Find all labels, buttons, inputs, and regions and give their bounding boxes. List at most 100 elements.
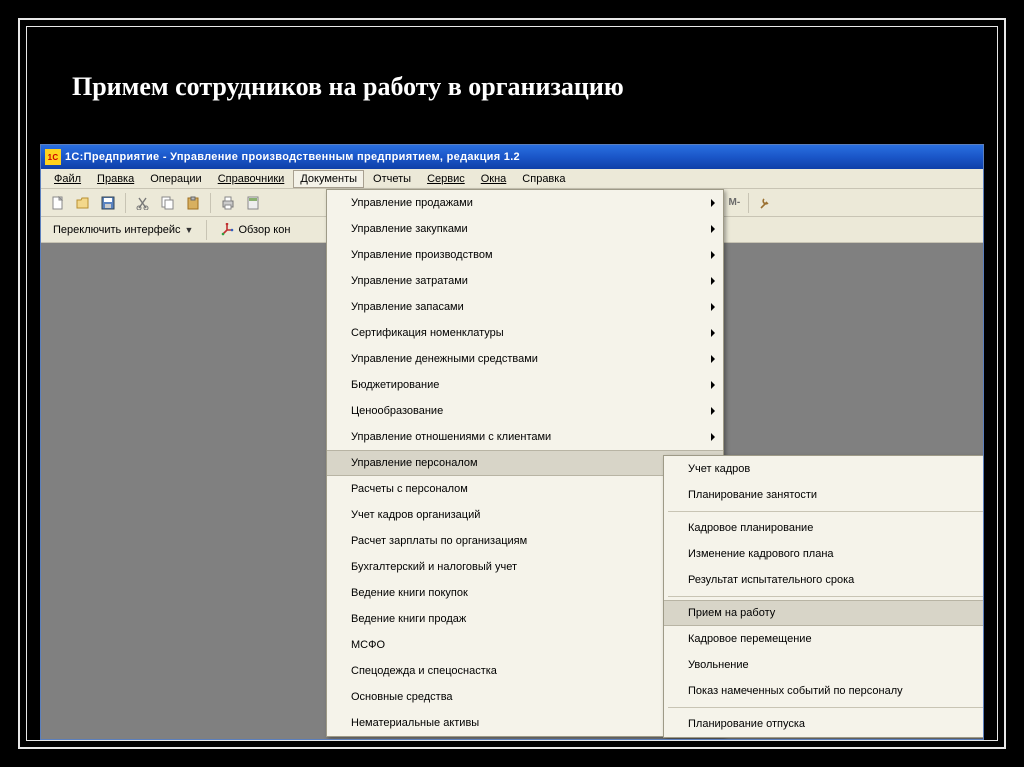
- menu-item-label: Управление запасами: [351, 301, 464, 313]
- app-window: 1C 1С:Предприятие - Управление производс…: [40, 144, 984, 740]
- personnel-submenu-item[interactable]: Кадровое планирование: [664, 515, 984, 541]
- documents-menu-item[interactable]: Управление отношениями с клиентами: [327, 424, 723, 450]
- toolbar-separator: [210, 193, 211, 213]
- documents-menu-item[interactable]: Сертификация номенклатуры: [327, 320, 723, 346]
- open-file-icon[interactable]: [72, 192, 94, 214]
- menu-item-label: Основные средства: [351, 691, 453, 703]
- documents-menu-item[interactable]: Управление запасами: [327, 294, 723, 320]
- personnel-submenu-item[interactable]: Показ намеченных событий по персоналу: [664, 678, 984, 704]
- menu-item-label: Расчеты с персоналом: [351, 483, 468, 495]
- app-icon: 1C: [45, 149, 61, 165]
- menu-edit[interactable]: Правка: [90, 170, 141, 188]
- submenu-arrow-icon: [711, 303, 715, 311]
- submenu-arrow-icon: [711, 433, 715, 441]
- documents-menu-item[interactable]: Ценообразование: [327, 398, 723, 424]
- menu-item-label: Учет кадров: [688, 463, 750, 475]
- menu-item-label: Прием на работу: [688, 607, 775, 619]
- menu-item-label: Показ намеченных событий по персоналу: [688, 685, 903, 697]
- menu-item-label: Ведение книги продаж: [351, 613, 466, 625]
- documents-menu-item[interactable]: Управление закупками: [327, 216, 723, 242]
- documents-menu-item[interactable]: Управление продажами: [327, 190, 723, 216]
- submenu-arrow-icon: [711, 199, 715, 207]
- menu-item-label: Ценообразование: [351, 405, 443, 417]
- menu-separator: [668, 707, 984, 708]
- copy-icon[interactable]: [157, 192, 179, 214]
- menu-item-label: Планирование занятости: [688, 489, 817, 501]
- menu-item-label: Управление персоналом: [351, 457, 478, 469]
- documents-menu-item[interactable]: Управление затратами: [327, 268, 723, 294]
- personnel-submenu: Учет кадров Планирование занятости Кадрово…: [663, 455, 984, 738]
- menu-service[interactable]: Сервис: [420, 170, 472, 188]
- menu-item-label: Управление затратами: [351, 275, 468, 287]
- submenu-arrow-icon: [711, 251, 715, 259]
- submenu-arrow-icon: [711, 355, 715, 363]
- paste-icon[interactable]: [182, 192, 204, 214]
- personnel-submenu-item[interactable]: Прием на работу: [664, 600, 984, 626]
- personnel-submenu-item[interactable]: Планирование отпуска: [664, 711, 984, 737]
- menu-item-label: МСФО: [351, 639, 385, 651]
- window-title: 1С:Предприятие - Управление производстве…: [65, 151, 520, 163]
- menu-item-label: Управление продажами: [351, 197, 473, 209]
- print-icon[interactable]: [217, 192, 239, 214]
- menu-item-label: Управление денежными средствами: [351, 353, 538, 365]
- documents-menu-item[interactable]: Управление денежными средствами: [327, 346, 723, 372]
- personnel-submenu-item[interactable]: Результат испытательного срока: [664, 567, 984, 593]
- titlebar: 1C 1С:Предприятие - Управление производс…: [41, 145, 983, 169]
- chevron-down-icon: ▼: [185, 225, 194, 235]
- new-file-icon[interactable]: [47, 192, 69, 214]
- documents-menu-item[interactable]: Управление производством: [327, 242, 723, 268]
- menu-item-label: Сертификация номенклатуры: [351, 327, 504, 339]
- menu-item-label: Расчет зарплаты по организациям: [351, 535, 527, 547]
- menu-item-label: Изменение кадрового плана: [688, 548, 834, 560]
- menu-item-label: Управление производством: [351, 249, 493, 261]
- overview-button[interactable]: Обзор кон: [214, 220, 296, 240]
- cut-icon[interactable]: [132, 192, 154, 214]
- menu-item-label: Управление отношениями с клиентами: [351, 431, 551, 443]
- personnel-submenu-item[interactable]: Изменение кадрового плана: [664, 541, 984, 567]
- submenu-arrow-icon: [711, 381, 715, 389]
- switch-interface-label: Переключить интерфейс: [53, 224, 181, 236]
- menu-help[interactable]: Справка: [515, 170, 572, 188]
- personnel-submenu-item[interactable]: Планирование занятости: [664, 482, 984, 508]
- toolbar-separator: [125, 193, 126, 213]
- save-icon[interactable]: [97, 192, 119, 214]
- menu-file[interactable]: Файл: [47, 170, 88, 188]
- personnel-submenu-item[interactable]: Кадровое перемещение: [664, 626, 984, 652]
- calc-icon[interactable]: [242, 192, 264, 214]
- menu-item-label: Учет кадров организаций: [351, 509, 480, 521]
- menu-separator: [668, 511, 984, 512]
- tools-icon[interactable]: [755, 192, 777, 214]
- switch-interface-button[interactable]: Переключить интерфейс ▼: [47, 221, 199, 239]
- menu-operations[interactable]: Операции: [143, 170, 208, 188]
- toolbar-separator: [748, 193, 749, 213]
- personnel-submenu-item[interactable]: Увольнение: [664, 652, 984, 678]
- menu-item-label: Бухгалтерский и налоговый учет: [351, 561, 517, 573]
- documents-menu-item[interactable]: Бюджетирование: [327, 372, 723, 398]
- menubar: Файл Правка Операции Справочники Докумен…: [41, 169, 983, 189]
- menu-item-label: Нематериальные активы: [351, 717, 479, 729]
- menu-separator: [668, 596, 984, 597]
- menu-references[interactable]: Справочники: [211, 170, 292, 188]
- menu-windows[interactable]: Окна: [474, 170, 514, 188]
- menu-item-label: Кадровое планирование: [688, 522, 813, 534]
- menu-item-label: Планирование отпуска: [688, 718, 805, 730]
- m-minus-button[interactable]: M-: [727, 197, 743, 208]
- menu-item-label: Результат испытательного срока: [688, 574, 854, 586]
- overview-label: Обзор кон: [238, 224, 290, 236]
- menu-documents[interactable]: Документы: [293, 170, 364, 188]
- overview-icon: [220, 223, 234, 237]
- menu-item-label: Спецодежда и спецоснастка: [351, 665, 497, 677]
- menu-item-label: Ведение книги покупок: [351, 587, 468, 599]
- submenu-arrow-icon: [711, 225, 715, 233]
- submenu-arrow-icon: [711, 407, 715, 415]
- submenu-arrow-icon: [711, 329, 715, 337]
- menu-reports[interactable]: Отчеты: [366, 170, 418, 188]
- personnel-submenu-item[interactable]: Учет кадров: [664, 456, 984, 482]
- menu-item-label: Увольнение: [688, 659, 749, 671]
- menu-item-label: Бюджетирование: [351, 379, 439, 391]
- menu-item-label: Кадровое перемещение: [688, 633, 812, 645]
- toolbar-separator: [206, 220, 207, 240]
- submenu-arrow-icon: [711, 277, 715, 285]
- menu-item-label: Управление закупками: [351, 223, 468, 235]
- slide-title: Примем сотрудников на работу в организац…: [72, 72, 624, 102]
